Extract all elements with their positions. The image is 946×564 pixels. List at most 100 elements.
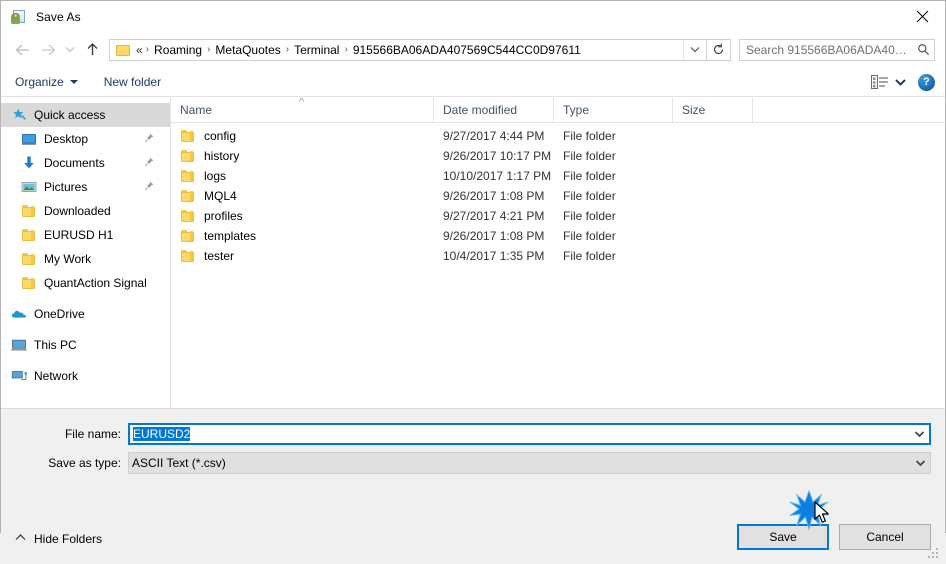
search-icon [912, 43, 934, 56]
file-list-panel: Name ^ Date modified Type Size config 9/… [171, 97, 945, 408]
column-header-type[interactable]: Type [554, 97, 673, 122]
file-name-cell: logs [171, 168, 434, 184]
file-name-cell: tester [171, 248, 434, 264]
file-name: profiles [204, 209, 243, 223]
save-as-type-value: ASCII Text (*.csv) [132, 456, 226, 470]
organize-label: Organize [15, 74, 64, 89]
folder-icon [180, 208, 196, 224]
refresh-icon [713, 43, 724, 55]
pin-icon[interactable] [145, 180, 154, 194]
file-date: 9/26/2017 1:08 PM [443, 229, 545, 243]
pin-icon[interactable] [145, 156, 154, 170]
save-as-type-row: Save as type: ASCII Text (*.csv) [1, 452, 945, 474]
refresh-button[interactable] [707, 38, 731, 61]
column-header-name[interactable]: Name ^ [171, 97, 434, 122]
title-bar: Save As [1, 1, 945, 32]
file-type: File folder [563, 209, 616, 223]
organize-button[interactable]: Organize [15, 75, 78, 89]
breadcrumb-item-guid[interactable]: 915566BA06ADA407569C544CC0D97611 [349, 43, 585, 57]
file-name-dropdown-button[interactable] [909, 430, 929, 438]
file-name-cell: history [171, 148, 434, 164]
file-name: logs [204, 169, 227, 183]
save-button[interactable]: Save [737, 524, 829, 550]
new-folder-button[interactable]: New folder [104, 75, 161, 89]
command-bar: Organize New folder ? [1, 67, 945, 97]
sidebar-item-this-pc[interactable]: This PC [1, 333, 170, 357]
file-name-combobox[interactable]: EURUSD2 [128, 423, 931, 445]
documents-icon [21, 155, 37, 171]
navigation-pane: Quick access Desktop Documents Pictures … [1, 97, 171, 408]
save-as-type-label: Save as type: [48, 456, 121, 470]
sidebar-item-onedrive[interactable]: OneDrive [1, 302, 170, 326]
breadcrumb-overflow[interactable]: « [134, 43, 145, 57]
table-row[interactable]: templates 9/26/2017 1:08 PM File folder [171, 226, 945, 246]
file-name-label: File name: [64, 427, 121, 441]
sidebar-item-downloaded[interactable]: Downloaded [1, 199, 170, 223]
help-button[interactable]: ? [918, 73, 935, 91]
hide-folders-button[interactable]: Hide Folders [15, 532, 102, 546]
breadcrumb-item-metaquotes[interactable]: MetaQuotes [211, 43, 284, 57]
table-row[interactable]: tester 10/4/2017 1:35 PM File folder [171, 246, 945, 266]
table-row[interactable]: MQL4 9/26/2017 1:08 PM File folder [171, 186, 945, 206]
breadcrumb-item-roaming[interactable]: Roaming [150, 43, 206, 57]
view-layout-icon[interactable] [871, 75, 889, 89]
network-icon [11, 368, 28, 384]
back-button[interactable] [9, 38, 35, 62]
pin-icon[interactable] [145, 132, 154, 146]
search-input[interactable]: Search 915566BA06ADA40756... [740, 43, 912, 57]
sidebar-item-desktop[interactable]: Desktop [1, 127, 170, 151]
search-box[interactable]: Search 915566BA06ADA40756... [739, 38, 935, 61]
help-icon: ? [923, 75, 930, 88]
folder-icon [116, 44, 131, 56]
file-name-value-wrap[interactable]: EURUSD2 [130, 427, 909, 441]
file-name: history [204, 149, 240, 163]
sidebar-item-quantaction-signal[interactable]: QuantAction Signal [1, 271, 170, 295]
save-as-type-combobox[interactable]: ASCII Text (*.csv) [128, 452, 931, 474]
save-as-type-dropdown-button[interactable] [910, 459, 930, 467]
file-type: File folder [563, 229, 616, 243]
pictures-icon [21, 179, 37, 195]
recent-locations-button[interactable] [61, 38, 79, 62]
sidebar-item-my-work[interactable]: My Work [1, 247, 170, 271]
table-row[interactable]: config 9/27/2017 4:44 PM File folder [171, 126, 945, 146]
folder-icon [21, 275, 37, 291]
forward-button[interactable] [35, 38, 61, 62]
address-dropdown-button[interactable] [683, 39, 706, 60]
sort-ascending-icon: ^ [299, 97, 305, 108]
sidebar-item-pictures[interactable]: Pictures [1, 175, 170, 199]
sidebar-item-documents[interactable]: Documents [1, 151, 170, 175]
file-name-input[interactable]: EURUSD2 [133, 427, 191, 441]
address-bar[interactable]: « › Roaming › MetaQuotes › Terminal › 91… [109, 38, 707, 61]
star-pin-icon [11, 107, 27, 123]
cancel-button[interactable]: Cancel [839, 524, 931, 550]
arrow-up-icon [87, 43, 97, 55]
view-dropdown-button[interactable] [895, 75, 906, 89]
close-button[interactable] [899, 1, 945, 31]
arrow-left-icon [15, 44, 29, 55]
folder-icon [180, 148, 196, 164]
up-button[interactable] [79, 38, 105, 62]
file-type: File folder [563, 189, 616, 203]
file-name-cell: profiles [171, 208, 434, 224]
chevron-down-icon [914, 431, 924, 438]
breadcrumb-item-terminal[interactable]: Terminal [290, 43, 343, 57]
sidebar-item-network[interactable]: Network [1, 364, 170, 388]
chevron-down-icon [690, 47, 700, 53]
table-row[interactable]: logs 10/10/2017 1:17 PM File folder [171, 166, 945, 186]
sidebar-item-label: Documents [44, 156, 105, 170]
table-row[interactable]: history 9/26/2017 10:17 PM File folder [171, 146, 945, 166]
sidebar-item-label: Quick access [34, 108, 106, 122]
column-header-date-modified[interactable]: Date modified [434, 97, 554, 122]
chevron-down-icon [65, 47, 75, 53]
sidebar-item-label: Network [34, 369, 79, 383]
file-date: 9/26/2017 10:17 PM [443, 149, 552, 163]
save-as-dialog: Save As « › Roaming › MetaQuotes › Termi… [0, 0, 946, 564]
table-row[interactable]: profiles 9/27/2017 4:21 PM File folder [171, 206, 945, 226]
chevron-down-icon [915, 460, 925, 467]
sidebar-item-quick-access[interactable]: Quick access [1, 103, 170, 127]
column-header-size[interactable]: Size [673, 97, 753, 122]
sidebar-item-eurusd-h1[interactable]: EURUSD H1 [1, 223, 170, 247]
resize-grip[interactable] [928, 548, 941, 561]
